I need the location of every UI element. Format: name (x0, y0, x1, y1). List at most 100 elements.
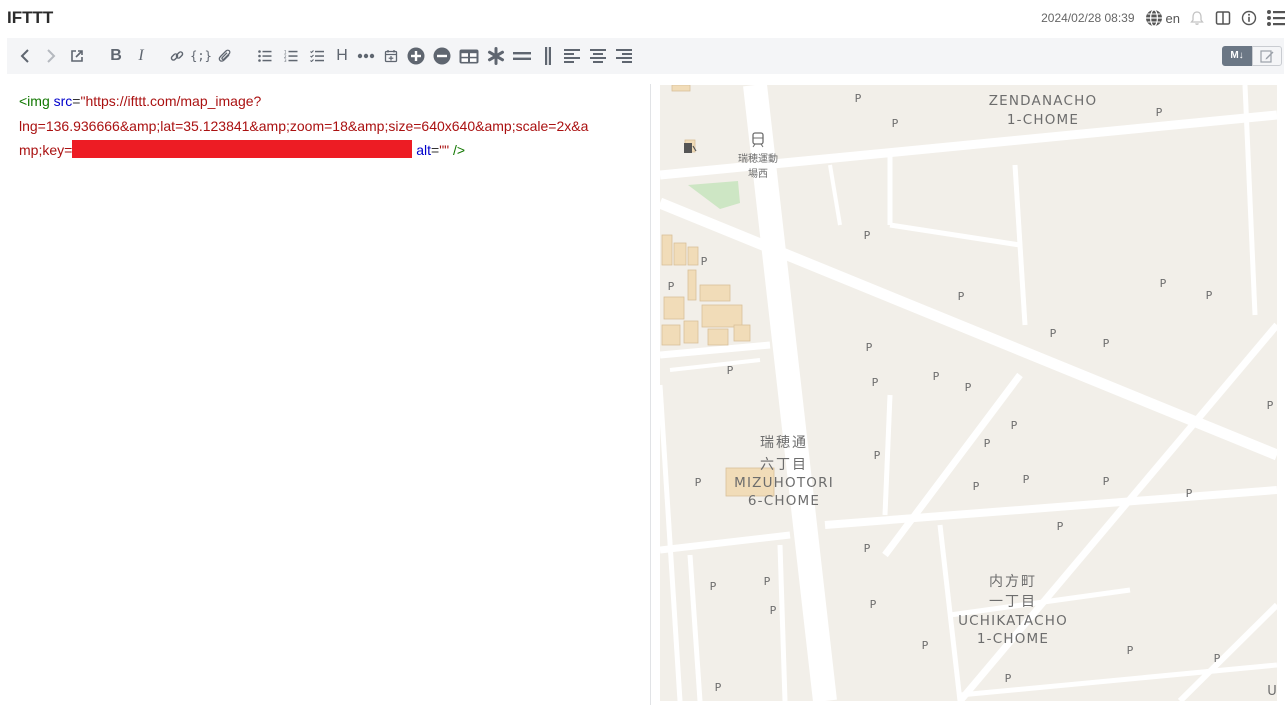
parking-marker: P (870, 598, 877, 611)
align-left-button[interactable] (563, 45, 581, 67)
parking-marker: P (1011, 419, 1018, 432)
code-button[interactable]: {;} (190, 45, 212, 67)
parking-marker: P (864, 542, 871, 555)
italic-button[interactable]: I (135, 45, 147, 67)
map-label-uchikatacho-jp-1: 内方町 (989, 574, 1037, 590)
remove-row-button[interactable] (433, 45, 451, 67)
link-button[interactable] (169, 45, 185, 67)
markdown-icon: M↓ (1230, 50, 1244, 61)
attr-alt: alt (416, 142, 431, 158)
parking-marker: P (1103, 475, 1110, 488)
app-title: IFTTT (7, 8, 54, 27)
map-label-uchikatacho: UCHIKATACHO (958, 613, 1068, 629)
markdown-mode-button[interactable]: M↓ (1222, 46, 1252, 66)
map-preview: ZENDANACHO 1-CHOME 瑞穂運動 場西 瑞穂通 六丁目 MIZUH… (660, 85, 1277, 701)
redacted-key (72, 140, 413, 158)
parking-marker: P (965, 381, 972, 394)
numbered-list-button[interactable]: 123 (283, 45, 299, 67)
parking-marker: P (1186, 487, 1193, 500)
bell-icon[interactable] (1188, 9, 1206, 27)
list-icon[interactable] (1266, 9, 1286, 27)
parking-marker: P (1127, 644, 1134, 657)
parking-marker: P (1156, 106, 1163, 119)
attr-src: src (53, 93, 73, 109)
parking-marker: P (770, 604, 777, 617)
parking-marker: P (668, 280, 675, 293)
map-label-uchikatacho-jp-2: 一丁目 (989, 594, 1037, 610)
info-icon[interactable] (1240, 9, 1258, 27)
undo-button[interactable] (17, 45, 33, 67)
parking-marker: P (892, 117, 899, 130)
attachment-button[interactable] (217, 45, 233, 67)
timestamp: 2024/02/28 08:39 (1041, 11, 1135, 25)
parking-marker: P (710, 580, 717, 593)
bullet-list-button[interactable] (257, 45, 273, 67)
split-view-icon[interactable] (1214, 9, 1232, 27)
parking-marker: P (1214, 652, 1221, 665)
parking-marker: P (701, 255, 708, 268)
column-button[interactable] (541, 45, 555, 67)
map-label-zendanacho: ZENDANACHO (989, 93, 1098, 109)
globe-icon (1145, 9, 1163, 27)
parking-marker: P (727, 364, 734, 377)
parking-marker: P (1103, 337, 1110, 350)
checklist-button[interactable] (309, 45, 325, 67)
src-value-line1: "https://ifttt.com/map_image? (80, 93, 262, 109)
parking-marker: P (695, 476, 702, 489)
parking-marker: P (1057, 520, 1064, 533)
map-label-station-jp-2: 場西 (748, 167, 768, 180)
map-label-station-jp-1: 瑞穂運動 (738, 152, 778, 165)
map-label-mizuhotori-jp-1: 瑞穂通 (760, 435, 808, 451)
markdown-editor[interactable]: <img src="https://ifttt.com/map_image? l… (7, 84, 647, 705)
tag-close: /> (453, 142, 466, 158)
parking-marker: P (715, 681, 722, 694)
parking-marker: P (866, 341, 873, 354)
parking-marker: P (1005, 672, 1012, 685)
view-mode-toggle: M↓ (1222, 46, 1282, 66)
editor-toolbar: B I {;} 123 H M↓ (7, 38, 1284, 74)
add-row-button[interactable] (407, 45, 425, 67)
asterisk-button[interactable] (487, 45, 505, 67)
src-value-line2: lng=136.936666&amp;lat=35.123841&amp;zoo… (19, 117, 589, 134)
calendar-button[interactable] (383, 45, 399, 67)
header-actions: 2024/02/28 08:39 en (1041, 0, 1286, 36)
parking-marker: P (864, 229, 871, 242)
parking-marker: P (1267, 399, 1274, 412)
alt-value: "" (439, 142, 450, 158)
parking-marker: P (874, 449, 881, 462)
map-label-mizuhotori-chome: 6-CHOME (748, 493, 820, 509)
more-button[interactable] (357, 45, 375, 67)
parking-marker: P (1206, 289, 1213, 302)
redo-button[interactable] (43, 45, 59, 67)
table-button[interactable] (459, 45, 479, 67)
language-label: en (1165, 10, 1180, 26)
parking-marker: P (1160, 277, 1167, 290)
bold-button[interactable]: B (109, 45, 123, 67)
parking-marker: P (958, 290, 965, 303)
parking-marker: P (855, 92, 862, 105)
horizontal-rule-button[interactable] (513, 45, 531, 67)
align-right-button[interactable] (615, 45, 633, 67)
map-label-mizuhotori-jp-2: 六丁目 (760, 457, 808, 473)
parking-marker: P (764, 575, 771, 588)
edit-icon (1260, 50, 1274, 63)
heading-button[interactable]: H (335, 45, 349, 67)
parking-marker: P (973, 480, 980, 493)
map-label-zendanacho-chome: 1-CHOME (1007, 112, 1079, 128)
language-selector[interactable]: en (1145, 9, 1180, 27)
map-label-uchikatacho-chome: 1-CHOME (977, 631, 1049, 647)
parking-marker: P (1050, 327, 1057, 340)
parking-marker: P (984, 437, 991, 450)
map-label-mizuhotori: MIZUHOTORI (734, 475, 834, 491)
edit-mode-button[interactable] (1252, 46, 1282, 66)
align-center-button[interactable] (589, 45, 607, 67)
open-external-button[interactable] (69, 45, 85, 67)
app-header: IFTTT 2024/02/28 08:39 en (0, 0, 1286, 36)
parking-marker: P (1023, 473, 1030, 486)
map-label-edge-u: U (1267, 684, 1277, 699)
tag-open: <img (19, 93, 50, 109)
parking-marker: P (922, 639, 929, 652)
src-value-line3: mp;key= (19, 142, 73, 158)
pane-divider[interactable] (650, 84, 651, 705)
parking-marker: P (933, 370, 940, 383)
